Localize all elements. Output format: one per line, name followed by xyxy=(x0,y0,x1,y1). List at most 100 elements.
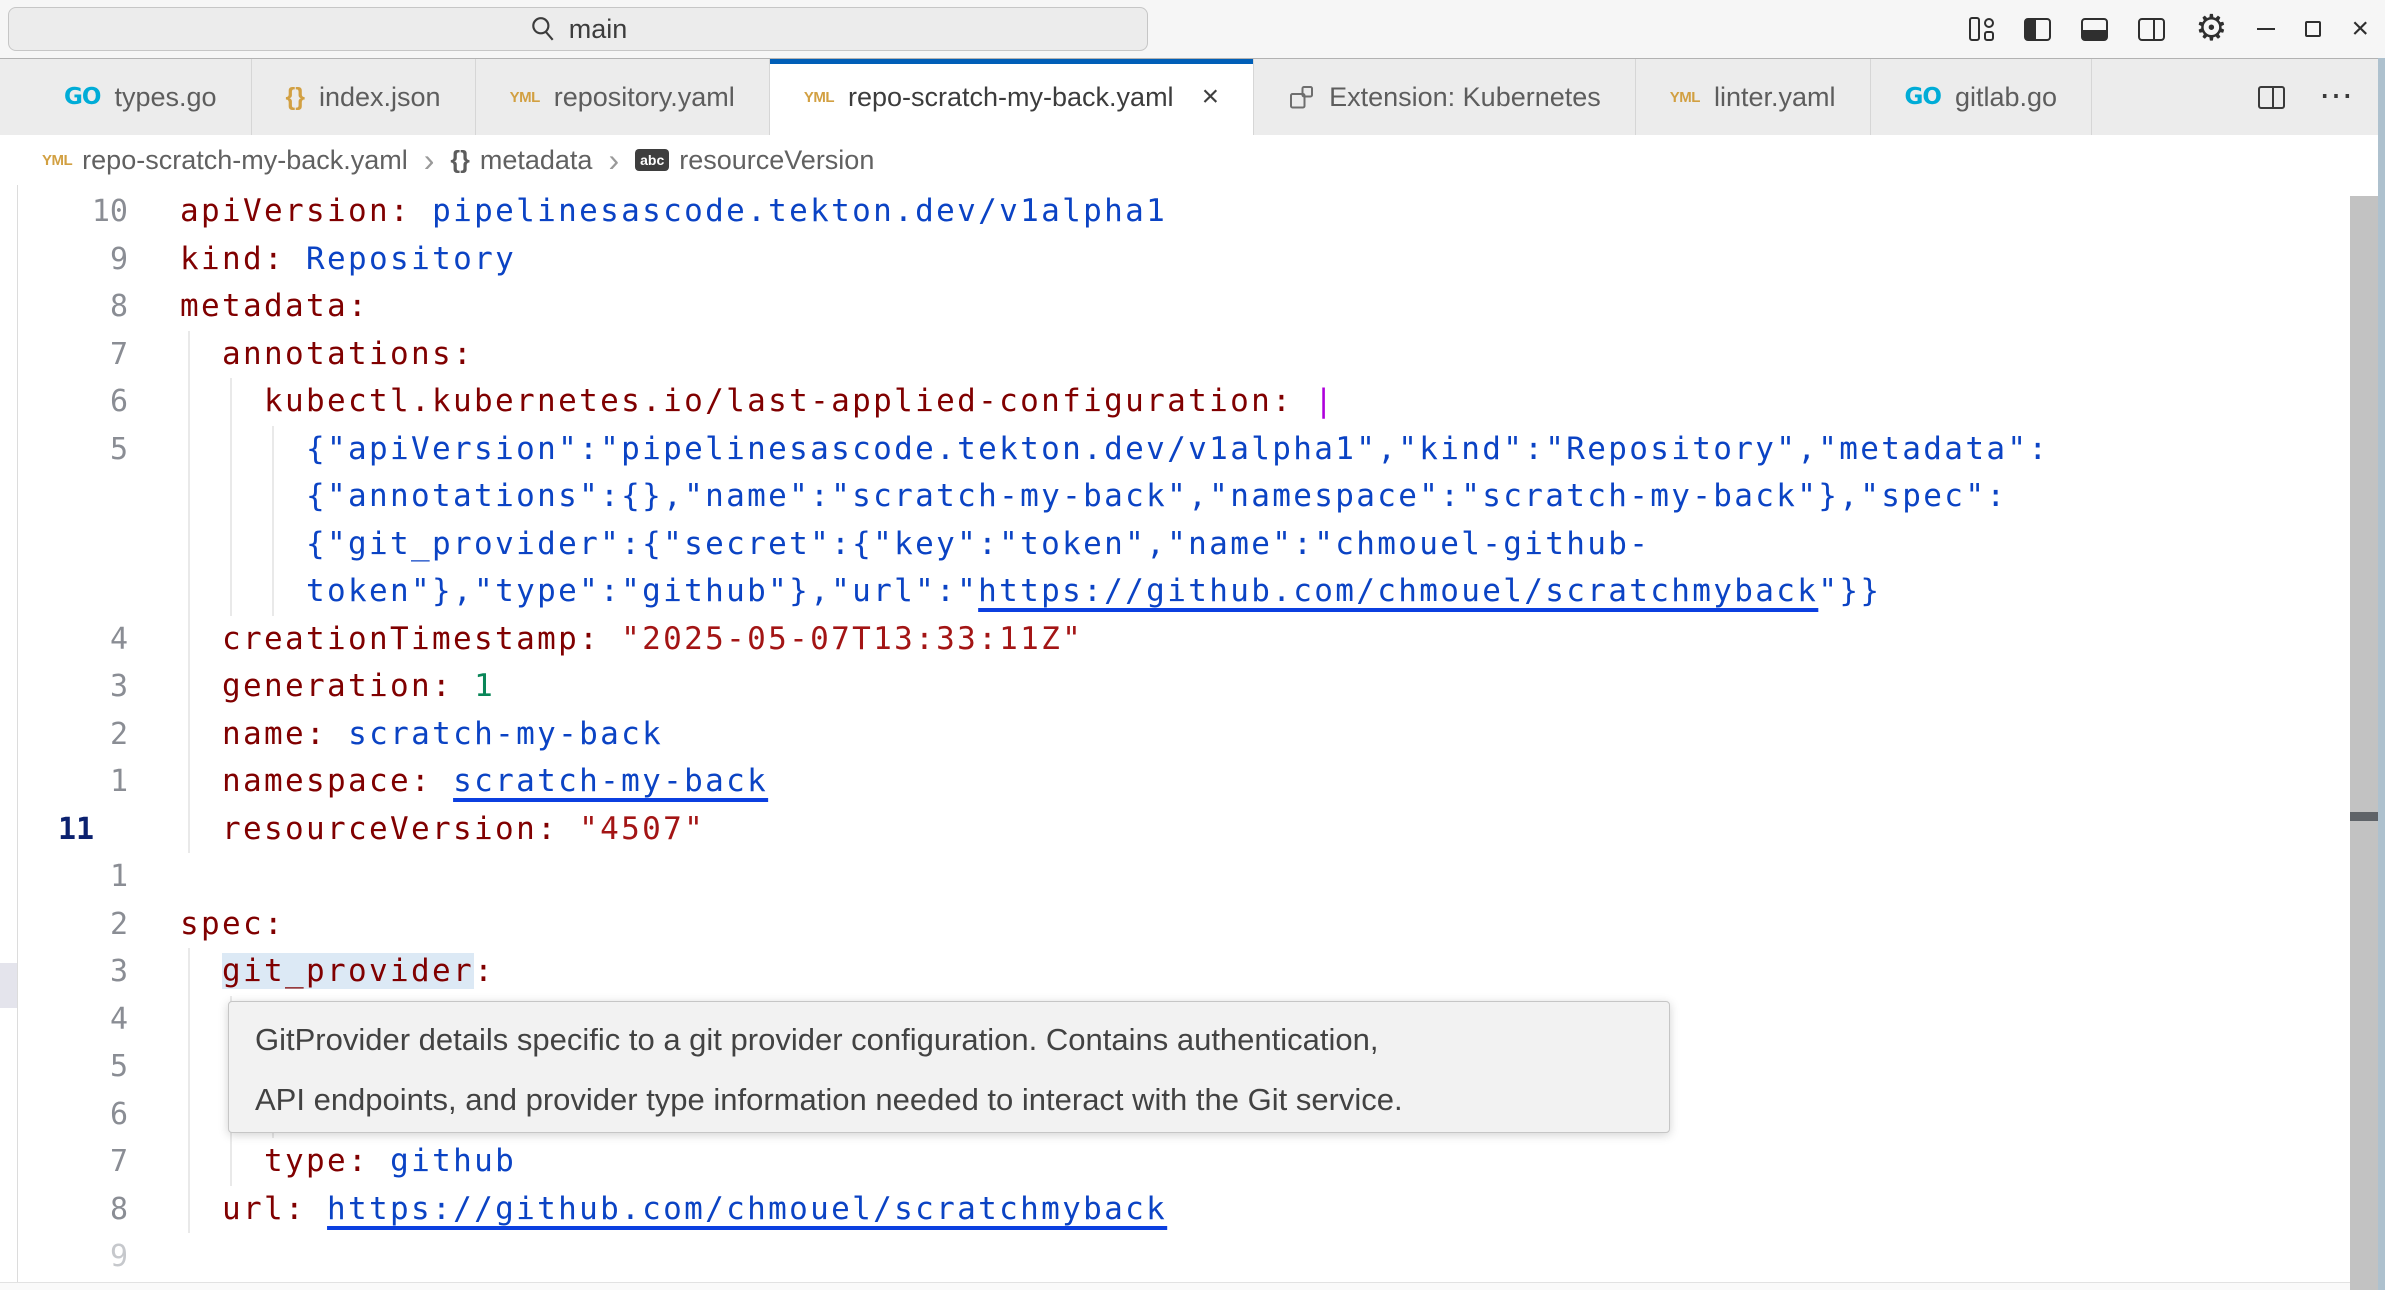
line-number xyxy=(0,473,128,521)
code-text: {"annotations":{},"name":"scratch-my-bac… xyxy=(180,473,2007,521)
code-line[interactable]: 11 resourceVersion: "4507" xyxy=(0,806,2385,854)
breadcrumb-separator-icon: › xyxy=(420,142,439,179)
line-number: 5 xyxy=(0,426,128,474)
tab-label: Extension: Kubernetes xyxy=(1329,82,1601,113)
bottom-padding xyxy=(0,1283,2385,1290)
line-number: 6 xyxy=(0,1091,128,1139)
breadcrumb-label: repo-scratch-my-back.yaml xyxy=(82,145,408,176)
line-number: 5 xyxy=(0,1043,128,1091)
split-editor-icon[interactable] xyxy=(2258,86,2285,109)
breadcrumb-item-metadata[interactable]: {}metadata xyxy=(450,145,592,176)
line-number: 3 xyxy=(0,663,128,711)
code-line[interactable]: 3 git_provider: xyxy=(0,948,2385,996)
json-icon: {} xyxy=(286,83,305,112)
minimize-button[interactable] xyxy=(2257,28,2275,30)
code-line[interactable]: 5 {"apiVersion":"pipelinesascode.tekton.… xyxy=(0,426,2385,474)
line-number: 4 xyxy=(0,996,128,1044)
tooltip-line-2: API endpoints, and provider type informa… xyxy=(255,1070,1643,1130)
code-line[interactable]: 4 creationTimestamp: "2025-05-07T13:33:1… xyxy=(0,616,2385,664)
tab-index-json[interactable]: {} index.json xyxy=(252,59,476,135)
code-line[interactable]: 10apiVersion: pipelinesascode.tekton.dev… xyxy=(0,188,2385,236)
command-center-search[interactable]: main xyxy=(8,7,1148,51)
tab-label: index.json xyxy=(319,82,441,113)
settings-gear-icon[interactable]: ⚙ xyxy=(2195,11,2227,47)
code-text: {"git_provider":{"secret":{"key":"token"… xyxy=(180,521,1650,569)
toggle-secondary-sidebar-icon[interactable] xyxy=(2138,18,2165,41)
tab-label: repo-scratch-my-back.yaml xyxy=(848,82,1174,113)
yml-icon: YML xyxy=(1670,89,1700,106)
code-text: git_provider: xyxy=(180,948,495,996)
yml-icon: YML xyxy=(42,152,72,169)
close-tab-icon[interactable]: × xyxy=(1202,82,1220,112)
tab-types-go[interactable]: GOtypes.go xyxy=(30,59,252,135)
editor-tab-bar: GOtypes.go{}index.jsonYMLrepository.yaml… xyxy=(0,58,2385,135)
tab-extension-kubernetes[interactable]: Extension: Kubernetes xyxy=(1254,59,1636,135)
code-line[interactable]: 9 kind: Repository xyxy=(0,236,2385,284)
tab-linter-yaml[interactable]: YML linter.yaml xyxy=(1636,59,1871,135)
code-text: creationTimestamp: "2025-05-07T13:33:11Z… xyxy=(180,616,1083,664)
code-line[interactable]: 6 kubectl.kubernetes.io/last-applied-con… xyxy=(0,378,2385,426)
code-line[interactable]: 7 annotations: xyxy=(0,331,2385,379)
code-text: url: https://github.com/chmouel/scratchm… xyxy=(180,1186,1167,1234)
line-number: 3 xyxy=(0,948,128,996)
tab-repository-yaml[interactable]: YMLrepository.yaml xyxy=(476,59,770,135)
line-number: 1 xyxy=(0,853,128,901)
code-line[interactable]: {"git_provider":{"secret":{"key":"token"… xyxy=(0,521,2385,569)
code-text: {"apiVersion":"pipelinesascode.tekton.de… xyxy=(180,426,2049,474)
search-icon xyxy=(529,15,557,43)
maximize-button[interactable] xyxy=(2305,21,2321,37)
code-text: metadata: xyxy=(180,283,369,331)
code-line[interactable]: 2 name: scratch-my-back xyxy=(0,711,2385,759)
more-actions-icon[interactable]: ⋯ xyxy=(2319,90,2355,104)
breadcrumb-item-repo-scratch-my-back-yaml[interactable]: YML repo-scratch-my-back.yaml xyxy=(42,145,408,176)
toggle-primary-sidebar-icon[interactable] xyxy=(2024,18,2051,41)
tab-gitlab-go[interactable]: GO gitlab.go xyxy=(1871,59,2093,135)
line-number: 8 xyxy=(0,283,128,331)
code-text: namespace: scratch-my-back xyxy=(180,758,768,806)
vertical-scrollbar[interactable] xyxy=(2350,196,2378,1290)
code-line[interactable]: 8 url: https://github.com/chmouel/scratc… xyxy=(0,1186,2385,1234)
window-controls: ⚙ × xyxy=(1969,0,2385,58)
line-number: 2 xyxy=(0,901,128,949)
code-text: kubectl.kubernetes.io/last-applied-confi… xyxy=(180,378,1335,426)
go-icon: GO xyxy=(1905,84,1941,110)
code-text: annotations: xyxy=(180,331,474,379)
code-line[interactable]: 1 namespace: scratch-my-back xyxy=(0,758,2385,806)
editor-pane[interactable]: 10apiVersion: pipelinesascode.tekton.dev… xyxy=(0,185,2385,1290)
tab-repo-scratch-my-back-yaml[interactable]: YML repo-scratch-my-back.yaml × xyxy=(770,59,1254,135)
code-line[interactable]: 9 xyxy=(0,1233,2385,1281)
line-number: 6 xyxy=(0,378,128,426)
code-text: token"},"type":"github"},"url":"https://… xyxy=(180,568,1881,616)
breadcrumb-item-resourceversion[interactable]: abcresourceVersion xyxy=(635,145,874,176)
ext-icon xyxy=(1288,84,1315,111)
line-number: 4 xyxy=(0,616,128,664)
code-line[interactable]: token"},"type":"github"},"url":"https://… xyxy=(0,568,2385,616)
code-text: kind: Repository xyxy=(180,236,516,284)
line-number: 1 xyxy=(0,758,128,806)
minimap-edge-strip xyxy=(2378,58,2385,1290)
code-line[interactable]: 2spec: xyxy=(0,901,2385,949)
line-number xyxy=(0,568,128,616)
line-number: 8 xyxy=(0,1186,128,1234)
code-line[interactable]: {"annotations":{},"name":"scratch-my-bac… xyxy=(0,473,2385,521)
tab-label: types.go xyxy=(114,82,216,113)
line-number: 9 xyxy=(0,236,128,284)
tab-label: linter.yaml xyxy=(1714,82,1836,113)
code-line[interactable]: 7 type: github xyxy=(0,1138,2385,1186)
code-text: name: scratch-my-back xyxy=(180,711,663,759)
line-number: 10 xyxy=(0,188,128,236)
customize-layout-icon[interactable] xyxy=(1969,17,1994,41)
toggle-panel-icon[interactable] xyxy=(2081,18,2108,41)
braces-icon: {} xyxy=(450,146,469,175)
code-line[interactable]: 3 generation: 1 xyxy=(0,663,2385,711)
code-line[interactable]: 8 metadata: xyxy=(0,283,2385,331)
close-window-button[interactable]: × xyxy=(2351,14,2369,44)
breadcrumb-label: resourceVersion xyxy=(679,145,874,176)
line-number: 2 xyxy=(0,711,128,759)
tab-label: gitlab.go xyxy=(1955,82,2057,113)
tab-label: repository.yaml xyxy=(554,82,735,113)
line-number: 11 xyxy=(0,806,128,854)
code-line[interactable]: 1 xyxy=(0,853,2385,901)
line-number: 9 xyxy=(0,1233,128,1281)
yml-icon: YML xyxy=(804,89,834,106)
